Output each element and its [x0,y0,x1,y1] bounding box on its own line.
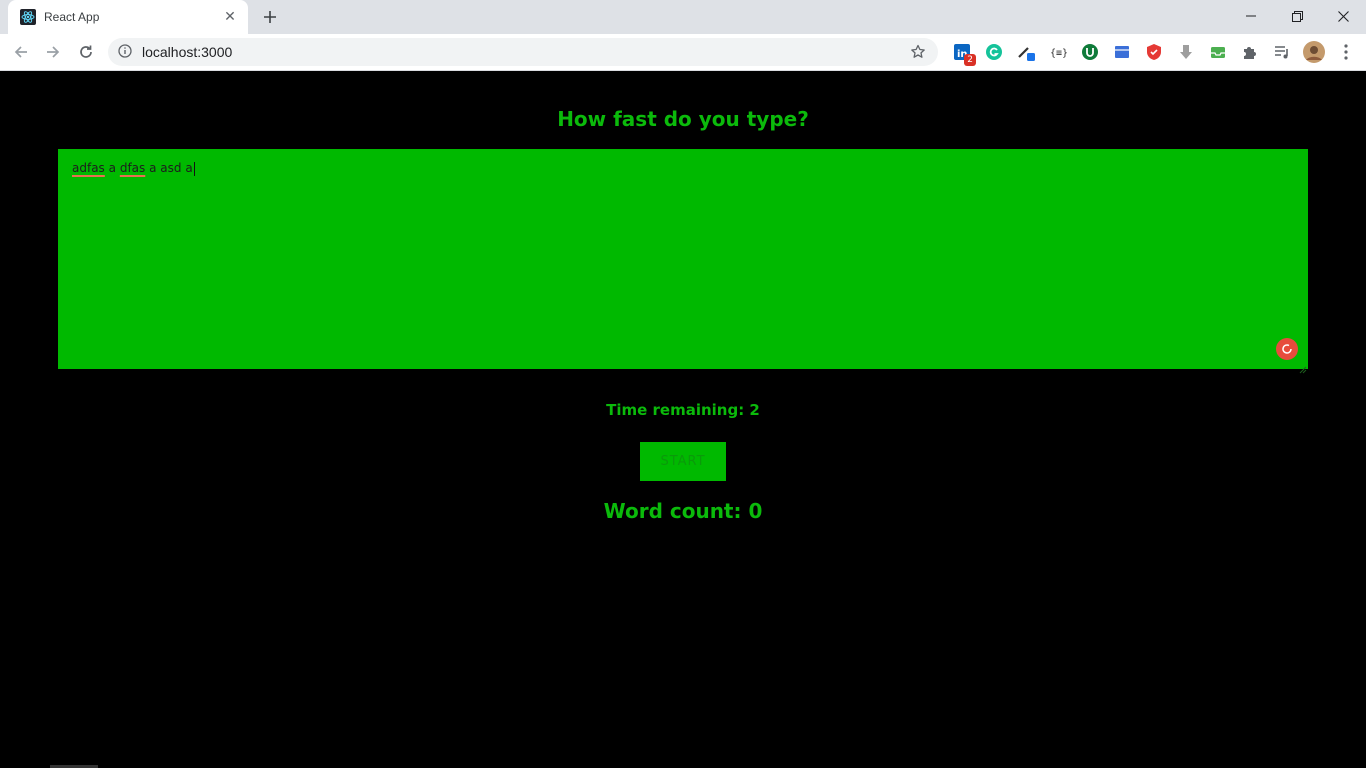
browser-tabstrip: React App ✕ [0,0,1366,34]
extensions-bar: in 2 {≡} [950,40,1334,66]
url-text: localhost:3000 [142,44,233,60]
reload-icon[interactable] [73,39,99,65]
typed-word: a [149,161,157,175]
minimize-icon[interactable] [1228,0,1274,32]
site-info-icon[interactable] [118,43,132,62]
color-picker-icon[interactable] [1014,40,1038,64]
app-page: How fast do you type? adfas a dfas a asd… [0,72,1366,768]
browser-tab[interactable]: React App ✕ [8,0,248,34]
back-icon[interactable] [8,39,34,65]
restore-icon[interactable] [1274,0,1320,32]
grammarly-badge-icon[interactable] [1276,338,1298,360]
linkedin-icon[interactable]: in 2 [950,40,976,66]
inbox-extension-icon[interactable] [1206,40,1230,64]
forward-icon[interactable] [40,39,66,65]
typed-word: dfas [119,161,146,175]
tab-close-icon[interactable]: ✕ [222,9,238,25]
linkedin-badge: 2 [964,54,976,66]
ublock-icon[interactable] [1078,40,1102,64]
close-window-icon[interactable] [1320,0,1366,32]
typed-word: a [108,161,116,175]
typed-text: adfas a dfas a asd a [72,161,193,175]
react-logo-icon [20,9,36,25]
bookmark-star-icon[interactable] [906,40,930,64]
resize-handle-icon[interactable] [1298,359,1307,374]
window-controls [1228,0,1366,34]
typed-word: asd [160,161,182,175]
text-caret [193,161,195,176]
tab-title: React App [44,10,100,24]
typing-textarea[interactable]: adfas a dfas a asd a [58,149,1308,369]
new-tab-icon[interactable] [258,5,282,29]
word-count: Word count: 0 [603,499,763,523]
box-extension-icon[interactable] [1110,40,1134,64]
svg-text:{≡}: {≡} [1050,48,1067,59]
page-title: How fast do you type? [557,107,809,131]
json-viewer-icon[interactable]: {≡} [1046,40,1070,64]
time-remaining: Time remaining: 2 [606,401,760,419]
address-bar[interactable]: localhost:3000 [108,38,938,66]
start-button[interactable]: START [640,442,726,481]
download-extension-icon[interactable] [1174,40,1198,64]
profile-avatar[interactable] [1302,40,1326,64]
browser-menu-icon[interactable] [1334,40,1358,64]
typed-word: a [185,161,193,175]
grammarly-icon[interactable] [982,40,1006,64]
browser-toolbar: localhost:3000 in 2 {≡} [0,34,1366,71]
shield-extension-icon[interactable] [1142,40,1166,64]
typed-word: adfas [72,161,105,175]
media-playlist-icon[interactable] [1270,40,1294,64]
puzzle-extensions-icon[interactable] [1238,40,1262,64]
